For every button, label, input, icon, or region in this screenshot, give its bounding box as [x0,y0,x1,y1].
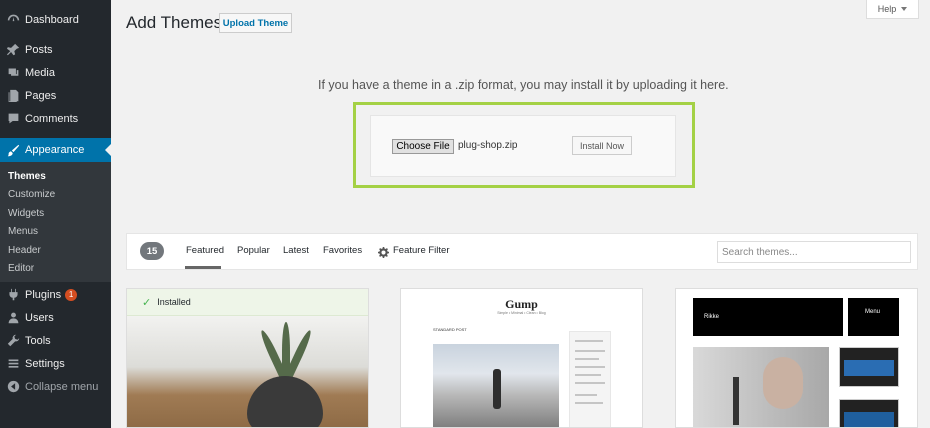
gump-preview-subtitle: Simple • Minimal • Clean • Blog [497,311,546,315]
text-line [575,350,605,352]
thumbnail-image [844,412,894,427]
theme-card-gump[interactable]: Gump Simple • Minimal • Clean • Blog STA… [400,288,643,428]
media-icon [6,66,20,80]
rikke-preview-menu [848,298,899,336]
admin-sidebar: Dashboard Posts Media Pages Comments App… [0,0,111,428]
sidebar-item-appearance[interactable]: Appearance [0,138,111,162]
gump-preview-sidebar [569,331,611,427]
search-themes-input[interactable] [717,241,911,263]
sidebar-item-label: Media [25,66,55,79]
sidebar-item-label: Appearance [25,144,85,156]
tab-featured[interactable]: Featured [186,245,224,256]
theme-card-rikke[interactable]: Rikke Menu [675,288,918,428]
collapse-menu-label: Collapse menu [25,380,99,393]
sidebar-item-label: Settings [25,357,65,370]
submenu-item-header[interactable]: Header [8,245,41,256]
submenu-item-menus[interactable]: Menus [8,226,38,237]
upload-instructions: If you have a theme in a .zip format, yo… [318,78,729,92]
theme-screenshot [127,316,368,427]
gump-preview-title: Gump [505,297,538,311]
active-tab-indicator [185,266,221,269]
rikke-preview-menu-label: Menu [865,309,881,315]
sidebar-item-label: Comments [25,112,79,125]
comment-icon [6,112,20,126]
sidebar-item-tools[interactable]: Tools [0,329,111,352]
sidebar-item-label: Pages [25,89,57,102]
gear-icon[interactable] [378,245,389,258]
sidebar-item-comments[interactable]: Comments [0,107,111,130]
installed-label: Installed [157,297,191,307]
person-figure [493,369,501,409]
sidebar-item-plugins[interactable]: Plugins 1 [0,283,111,306]
brush-icon [6,143,20,157]
update-count-badge: 1 [65,288,78,301]
theme-count-badge: 15 [140,242,164,260]
pages-icon [6,89,20,103]
feature-filter-link[interactable]: Feature Filter [393,245,450,256]
tab-latest[interactable]: Latest [283,245,309,256]
tab-popular[interactable]: Popular [237,245,270,256]
sidebar-item-label: Posts [25,43,53,56]
text-line [575,366,605,368]
text-line [575,402,603,404]
sidebar-item-label: Tools [25,334,51,347]
submenu-item-widgets[interactable]: Widgets [8,208,44,219]
microphone-shape [733,377,739,425]
selected-file-name: plug-shop.zip [458,140,518,151]
collapse-icon [6,380,20,394]
rikke-preview-photo [693,347,829,427]
theme-card-installed[interactable]: ✓ Installed [126,288,369,428]
sidebar-item-dashboard[interactable]: Dashboard [0,8,111,31]
settings-icon [6,357,20,371]
plug-icon [6,288,20,302]
gump-preview-heading: STANDARD POST [433,327,467,332]
users-icon [6,311,20,325]
text-line [575,340,603,342]
sidebar-item-users[interactable]: Users [0,306,111,329]
upload-theme-button[interactable]: Upload Theme [219,13,292,33]
tab-favorites[interactable]: Favorites [323,245,362,256]
install-now-button[interactable]: Install Now [572,136,632,155]
rikke-preview-thumbnail [839,399,899,427]
text-line [575,382,605,384]
text-line [575,358,599,360]
rikke-preview-name: Rikke [704,314,720,320]
pin-icon [6,43,20,57]
text-line [575,394,597,396]
wrench-icon [6,334,20,348]
submenu-item-editor[interactable]: Editor [8,263,34,274]
gump-preview-photo [433,344,559,427]
submenu-item-customize[interactable]: Customize [8,189,55,200]
installed-notice: ✓ Installed [127,289,368,316]
thumbnail-image [844,360,894,376]
sidebar-item-label: Dashboard [25,13,79,26]
checkmark-icon: ✓ [142,296,152,309]
submenu-item-themes[interactable]: Themes [8,171,46,182]
sidebar-item-label: Users [25,311,54,324]
plant-pot [247,376,323,427]
dashboard-icon [6,13,20,27]
collapse-menu-button[interactable]: Collapse menu [0,375,111,398]
sidebar-item-label: Plugins [25,288,62,301]
rikke-preview-thumbnail [839,347,899,387]
sidebar-item-media[interactable]: Media [0,61,111,84]
sidebar-item-pages[interactable]: Pages [0,84,111,107]
page-title: Add Themes [126,13,223,32]
sidebar-item-posts[interactable]: Posts [0,38,111,61]
choose-file-button[interactable]: Choose File [392,139,454,154]
child-face-shape [763,357,803,409]
sidebar-item-settings[interactable]: Settings [0,352,111,375]
text-line [575,374,601,376]
help-label: Help [877,4,897,14]
help-button[interactable]: Help [866,0,919,19]
caret-down-icon [901,7,908,11]
